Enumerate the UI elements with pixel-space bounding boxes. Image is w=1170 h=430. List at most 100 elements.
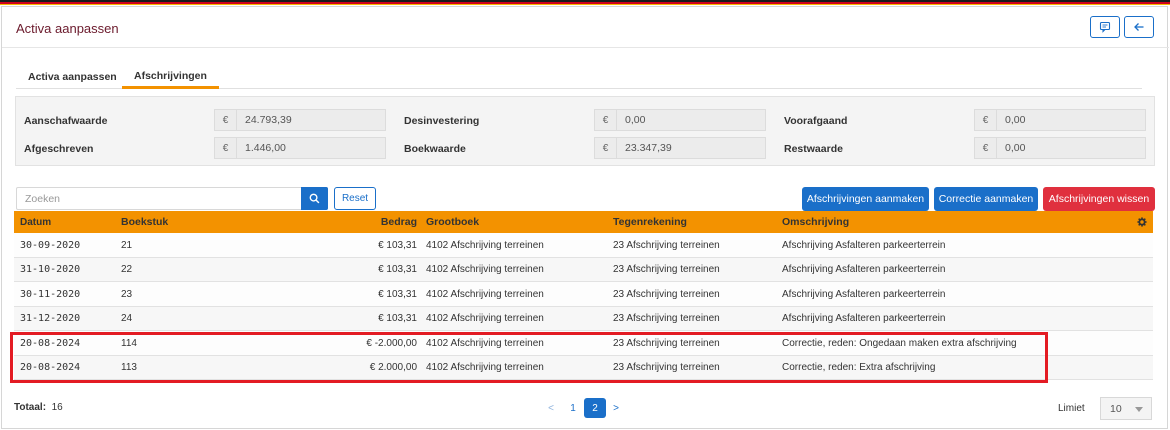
comment-icon bbox=[1099, 21, 1111, 33]
afgeschreven-value: 1.446,00 bbox=[245, 142, 286, 154]
cell-tegenrekening: 23 Afschrijving terreinen bbox=[613, 337, 720, 349]
cell-grootboek: 4102 Afschrijving terreinen bbox=[426, 313, 544, 324]
limiet-label: Limiet bbox=[1058, 403, 1085, 414]
table-row[interactable]: 30-09-2020 21 € 103,31 4102 Afschrijving… bbox=[14, 233, 1153, 258]
pagination-page-1[interactable]: 1 bbox=[566, 398, 580, 418]
column-header-bedrag[interactable]: Bedrag bbox=[381, 211, 417, 233]
cell-bedrag: € -2.000,00 bbox=[366, 337, 417, 349]
table-row[interactable]: 31-10-2020 22 € 103,31 4102 Afschrijving… bbox=[14, 257, 1153, 282]
cell-grootboek: 4102 Afschrijving terreinen bbox=[426, 362, 544, 373]
table-body: 30-09-2020 21 € 103,31 4102 Afschrijving… bbox=[14, 233, 1153, 380]
cell-omschrijving: Afschrijving Asfalteren parkeerterrein bbox=[782, 264, 946, 275]
correctie-aanmaken-button[interactable]: Correctie aanmaken bbox=[934, 187, 1038, 211]
afschrijvingen-aanmaken-button[interactable]: Afschrijvingen aanmaken bbox=[802, 187, 929, 211]
afschrijvingen-table: Datum Boekstuk Bedrag Grootboek Tegenrek… bbox=[14, 211, 1153, 380]
restwaarde-value: 0,00 bbox=[1005, 142, 1026, 154]
cell-bedrag: € 103,31 bbox=[378, 288, 417, 300]
cell-datum: 20-08-2024 bbox=[20, 362, 81, 373]
cell-bedrag: € 103,31 bbox=[378, 239, 417, 251]
comment-button[interactable] bbox=[1090, 16, 1120, 38]
cell-datum: 20-08-2024 bbox=[20, 337, 81, 349]
chevron-down-icon bbox=[1135, 407, 1143, 412]
aanschafwaarde-field: € 24.793,39 bbox=[214, 109, 386, 131]
cell-grootboek: 4102 Afschrijving terreinen bbox=[426, 288, 544, 300]
cell-omschrijving: Correctie, reden: Extra afschrijving bbox=[782, 362, 936, 373]
desinvestering-value: 0,00 bbox=[625, 114, 646, 126]
cell-datum: 31-10-2020 bbox=[20, 264, 81, 275]
currency-symbol: € bbox=[595, 110, 617, 130]
voorafgaand-label: Voorafgaand bbox=[784, 115, 848, 127]
cell-datum: 31-12-2020 bbox=[20, 313, 81, 324]
voorafgaand-field: € 0,00 bbox=[974, 109, 1146, 131]
limiet-select[interactable]: 10 bbox=[1100, 397, 1152, 420]
restwaarde-field: € 0,00 bbox=[974, 137, 1146, 159]
search-input[interactable] bbox=[17, 188, 297, 209]
afgeschreven-field: € 1.446,00 bbox=[214, 137, 386, 159]
cell-boekstuk: 22 bbox=[121, 264, 133, 275]
voorafgaand-value: 0,00 bbox=[1005, 114, 1026, 126]
currency-symbol: € bbox=[595, 138, 617, 158]
currency-symbol: € bbox=[975, 138, 997, 158]
tab-activa-aanpassen[interactable]: Activa aanpassen bbox=[16, 65, 129, 89]
column-header-datum[interactable]: Datum bbox=[20, 211, 51, 233]
cell-bedrag: € 2.000,00 bbox=[369, 362, 417, 373]
cell-grootboek: 4102 Afschrijving terreinen bbox=[426, 239, 544, 251]
reset-button[interactable]: Reset bbox=[334, 187, 376, 210]
tab-afschrijvingen[interactable]: Afschrijvingen bbox=[122, 65, 219, 89]
page-title: Activa aanpassen bbox=[16, 21, 119, 36]
column-header-grootboek[interactable]: Grootboek bbox=[426, 211, 479, 233]
aanschafwaarde-label: Aanschafwaarde bbox=[24, 115, 108, 127]
gear-icon[interactable] bbox=[1137, 211, 1147, 233]
desinvestering-field: € 0,00 bbox=[594, 109, 766, 131]
header-divider bbox=[2, 47, 1169, 48]
restwaarde-label: Restwaarde bbox=[784, 143, 843, 155]
column-header-omschrijving[interactable]: Omschrijving bbox=[782, 211, 849, 233]
totaal-label: Totaal: bbox=[14, 402, 47, 413]
cell-bedrag: € 103,31 bbox=[378, 313, 417, 324]
cell-boekstuk: 113 bbox=[121, 362, 137, 373]
desinvestering-label: Desinvestering bbox=[404, 115, 480, 127]
cell-omschrijving: Correctie, reden: Ongedaan maken extra a… bbox=[782, 337, 1017, 349]
pagination-next[interactable]: > bbox=[610, 398, 622, 418]
cell-tegenrekening: 23 Afschrijving terreinen bbox=[613, 264, 720, 275]
search-box bbox=[16, 187, 328, 210]
cell-tegenrekening: 23 Afschrijving terreinen bbox=[613, 239, 720, 251]
cell-grootboek: 4102 Afschrijving terreinen bbox=[426, 264, 544, 275]
cell-boekstuk: 21 bbox=[121, 239, 133, 251]
cell-omschrijving: Afschrijving Asfalteren parkeerterrein bbox=[782, 239, 946, 251]
cell-tegenrekening: 23 Afschrijving terreinen bbox=[613, 313, 720, 324]
search-button[interactable] bbox=[301, 187, 328, 210]
cell-boekstuk: 114 bbox=[121, 337, 137, 349]
boekwaarde-field: € 23.347,39 bbox=[594, 137, 766, 159]
pagination-prev[interactable]: < bbox=[545, 398, 557, 418]
table-row[interactable]: 31-12-2020 24 € 103,31 4102 Afschrijving… bbox=[14, 306, 1153, 331]
aanschafwaarde-value: 24.793,39 bbox=[245, 114, 292, 126]
column-header-boekstuk[interactable]: Boekstuk bbox=[121, 211, 168, 233]
currency-symbol: € bbox=[215, 110, 237, 130]
top-flag-bar bbox=[0, 0, 1170, 5]
cell-datum: 30-11-2020 bbox=[20, 288, 81, 300]
search-icon bbox=[309, 193, 320, 204]
table-row[interactable]: 20-08-2024 114 € -2.000,00 4102 Afschrij… bbox=[14, 331, 1153, 356]
boekwaarde-label: Boekwaarde bbox=[404, 143, 466, 155]
cell-bedrag: € 103,31 bbox=[378, 264, 417, 275]
currency-symbol: € bbox=[215, 138, 237, 158]
column-header-tegenrekening[interactable]: Tegenrekening bbox=[613, 211, 687, 233]
currency-symbol: € bbox=[975, 110, 997, 130]
cell-omschrijving: Afschrijving Asfalteren parkeerterrein bbox=[782, 288, 946, 300]
table-row[interactable]: 20-08-2024 113 € 2.000,00 4102 Afschrijv… bbox=[14, 355, 1153, 380]
tab-bar: Activa aanpassen Afschrijvingen bbox=[16, 65, 1142, 89]
cell-boekstuk: 23 bbox=[121, 288, 133, 300]
cell-tegenrekening: 23 Afschrijving terreinen bbox=[613, 362, 720, 373]
boekwaarde-value: 23.347,39 bbox=[625, 142, 672, 154]
totaal-count: Totaal: 16 bbox=[14, 402, 63, 413]
pagination-page-2[interactable]: 2 bbox=[584, 398, 606, 418]
cell-datum: 30-09-2020 bbox=[20, 239, 81, 251]
arrow-left-icon bbox=[1134, 23, 1144, 31]
cell-grootboek: 4102 Afschrijving terreinen bbox=[426, 337, 544, 349]
table-row[interactable]: 30-11-2020 23 € 103,31 4102 Afschrijving… bbox=[14, 282, 1153, 307]
totaal-value: 16 bbox=[51, 402, 63, 413]
back-button[interactable] bbox=[1124, 16, 1154, 38]
afschrijvingen-wissen-button[interactable]: Afschrijvingen wissen bbox=[1043, 187, 1155, 211]
summary-panel: Aanschafwaarde € 24.793,39 Desinvesterin… bbox=[15, 96, 1155, 166]
